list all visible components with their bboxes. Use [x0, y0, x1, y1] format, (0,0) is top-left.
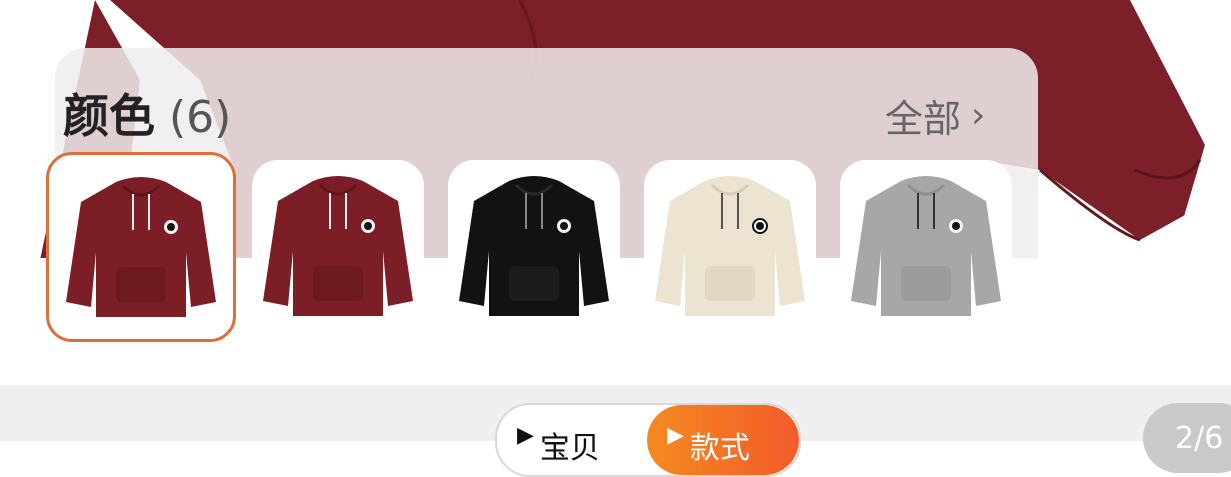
play-triangle-icon: ▶	[517, 423, 534, 448]
media-tab-switcher: ▶ 宝贝 ▶ 款式	[495, 403, 801, 477]
page-indicator: 2/6	[1143, 403, 1231, 473]
view-all-colors-link[interactable]: 全部 ›	[885, 88, 985, 143]
color-swatch-burgundy-selected[interactable]	[46, 152, 236, 342]
color-swatch-cream[interactable]	[644, 160, 816, 332]
colors-heading: 颜色 (6)	[63, 80, 231, 143]
color-swatch-burgundy[interactable]	[252, 160, 424, 332]
view-all-label: 全部	[885, 97, 962, 141]
colors-title: 颜色	[63, 89, 155, 143]
hoodie-cream-icon	[655, 176, 805, 316]
hoodie-burgundy-icon	[66, 177, 216, 317]
play-triangle-icon: ▶	[667, 423, 684, 448]
tab-item-label: 宝贝	[539, 431, 600, 466]
color-swatch-black[interactable]	[448, 160, 620, 332]
hoodie-gray-icon	[851, 176, 1001, 316]
chevron-right-icon: ›	[971, 95, 986, 136]
hoodie-burgundy-icon	[263, 176, 413, 316]
tab-style-label: 款式	[689, 431, 750, 466]
colors-count: (6)	[169, 92, 232, 143]
color-swatch-gray[interactable]	[840, 160, 1012, 332]
tab-item[interactable]: ▶ 宝贝	[497, 405, 647, 475]
hoodie-black-icon	[459, 176, 609, 316]
tab-style[interactable]: ▶ 款式	[647, 405, 799, 475]
